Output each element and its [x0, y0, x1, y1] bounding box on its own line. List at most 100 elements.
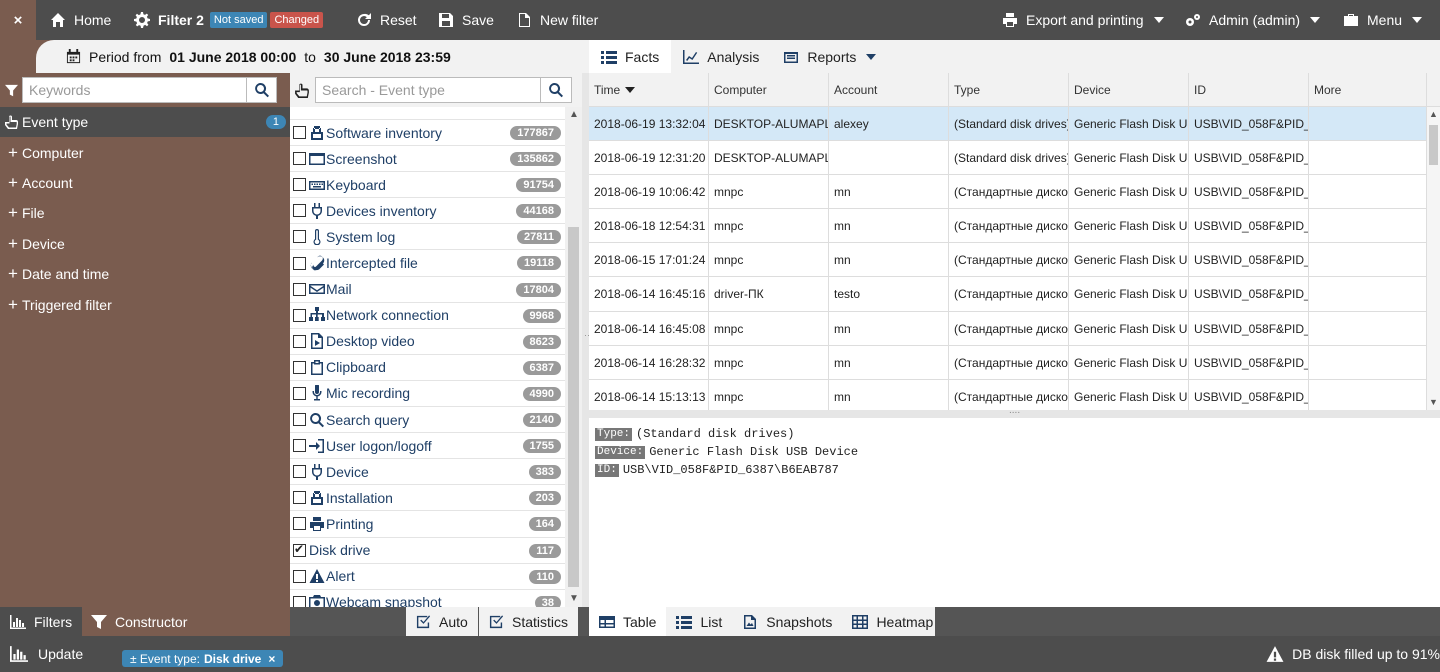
table-row[interactable]: 2018-06-14 16:45:16 driver-ПК testo (Станда…: [589, 277, 1427, 312]
scroll-down-icon[interactable]: ▼: [569, 593, 579, 604]
event-type-checkbox[interactable]: [293, 334, 306, 348]
event-type-checkbox[interactable]: [293, 178, 306, 192]
column-header[interactable]: Time: [589, 73, 709, 107]
category-event-type[interactable]: Event type 1: [0, 107, 290, 138]
event-type-item[interactable]: Desktop video 8623: [290, 329, 565, 355]
tab-filters[interactable]: Filters: [0, 607, 83, 636]
event-type-checkbox[interactable]: [293, 152, 306, 166]
table-row[interactable]: 2018-06-19 13:32:04 DESKTOP-ALUMAPL alexey…: [589, 107, 1427, 142]
event-type-item[interactable]: Devices inventory 44168: [290, 198, 565, 225]
event-type-item[interactable]: Software inventory 177867: [290, 120, 565, 147]
event-type-item[interactable]: Mic recording 4990: [290, 381, 565, 408]
event-type-item[interactable]: Device 383: [290, 459, 565, 486]
category-file[interactable]: + File: [0, 198, 290, 228]
detail-value: (Standard disk drives): [636, 427, 795, 441]
event-type-checkbox[interactable]: [293, 517, 306, 531]
home-button[interactable]: Home: [50, 0, 111, 40]
filter-title[interactable]: Filter 2 Not saved Changed: [134, 0, 324, 40]
event-type-checkbox[interactable]: [293, 126, 306, 140]
event-type-item[interactable]: Webcam snapshot 38: [290, 590, 565, 607]
event-type-checkbox[interactable]: [293, 308, 306, 322]
event-type-search-input[interactable]: [315, 77, 541, 103]
event-type-checkbox[interactable]: [293, 595, 306, 607]
event-type-search-button[interactable]: [541, 77, 572, 103]
tab-constructor[interactable]: Constructor: [81, 607, 197, 636]
column-header[interactable]: Type: [949, 73, 1069, 107]
table-scrollbar[interactable]: ▲ ▼: [1427, 107, 1440, 410]
tab-list[interactable]: List: [666, 607, 732, 636]
event-type-checkbox[interactable]: [293, 256, 306, 270]
event-type-checkbox[interactable]: [293, 360, 306, 374]
column-header[interactable]: Device: [1069, 73, 1189, 107]
save-button[interactable]: Save: [438, 0, 494, 40]
column-header[interactable]: Computer: [709, 73, 829, 107]
event-type-item[interactable]: System log 27811: [290, 224, 565, 251]
table-row[interactable]: 2018-06-14 16:45:08 mnpc mn (Стандартные ди…: [589, 311, 1427, 346]
scroll-up-icon[interactable]: ▲: [569, 109, 579, 120]
event-type-item[interactable]: Keyboard 91754: [290, 172, 565, 199]
event-type-checkbox[interactable]: [293, 386, 306, 400]
category-triggered-filter[interactable]: + Triggered filter: [0, 289, 290, 319]
category-computer[interactable]: + Computer: [0, 137, 290, 167]
tab-snapshots[interactable]: Snapshots: [732, 607, 842, 636]
table-row[interactable]: 2018-06-19 10:06:42 mnpc mn (Стандартные ди…: [589, 175, 1427, 210]
event-type-checkbox[interactable]: [293, 230, 306, 244]
new-filter-button[interactable]: New filter: [516, 0, 598, 40]
scroll-up-icon[interactable]: ▲: [1429, 109, 1438, 119]
main-menu[interactable]: Menu: [1343, 0, 1423, 40]
tab-heatmap[interactable]: Heatmap: [842, 607, 943, 636]
column-header[interactable]: Account: [829, 73, 949, 107]
event-type-item[interactable]: Disk drive 117: [290, 538, 565, 564]
vertical-splitter[interactable]: ⋮: [582, 73, 594, 607]
export-printing-menu[interactable]: Export and printing: [1002, 0, 1164, 40]
period-selector[interactable]: Period from 01 June 2018 00:00 to 30 Jun…: [36, 40, 582, 73]
event-type-item[interactable]: Network connection 9968: [290, 303, 565, 329]
event-type-checkbox[interactable]: [293, 439, 306, 453]
table-row[interactable]: 2018-06-14 15:13:13 mnpc mn (Стандартные ди…: [589, 379, 1427, 410]
column-header[interactable]: ID: [1189, 73, 1309, 107]
event-type-item[interactable]: Mail 17804: [290, 277, 565, 303]
admin-menu[interactable]: Admin (admin): [1185, 0, 1321, 40]
table-row[interactable]: 2018-06-18 12:54:31 mnpc mn (Стандартные ди…: [589, 209, 1427, 244]
tab-reports[interactable]: Reports: [771, 40, 888, 73]
horizontal-splitter[interactable]: ....: [589, 405, 1440, 418]
event-type-checkbox[interactable]: [293, 282, 306, 296]
reset-button[interactable]: Reset: [356, 0, 417, 40]
update-button[interactable]: Update: [10, 636, 83, 672]
column-header[interactable]: More: [1309, 73, 1427, 107]
category-account[interactable]: + Account: [0, 168, 290, 198]
event-type-item[interactable]: Search query 2140: [290, 407, 565, 434]
event-type-checkbox[interactable]: [293, 465, 306, 479]
tab-table[interactable]: Table: [589, 607, 667, 636]
event-type-item[interactable]: Installation 203: [290, 485, 565, 512]
active-filter-chip[interactable]: ± Event type: Disk drive ×: [122, 650, 284, 667]
event-type-checkbox[interactable]: [293, 204, 306, 218]
event-type-item[interactable]: Screenshot 135862: [290, 146, 565, 173]
event-type-checkbox[interactable]: [293, 413, 306, 427]
event-type-checkbox[interactable]: [293, 491, 306, 505]
keywords-search-button[interactable]: [247, 77, 277, 103]
tab-analysis[interactable]: Analysis: [671, 40, 771, 73]
event-type-item[interactable]: Alert 110: [290, 564, 565, 590]
table-row[interactable]: 2018-06-19 12:31:20 DESKTOP-ALUMAPL (Stand…: [589, 141, 1427, 176]
category-device[interactable]: + Device: [0, 229, 290, 259]
table-row[interactable]: 2018-06-15 17:01:24 mnpc mn (Стандартные ди…: [589, 243, 1427, 278]
event-type-checkbox[interactable]: [293, 569, 306, 583]
event-type-item[interactable]: User logon/logoff 1755: [290, 433, 565, 460]
scroll-thumb[interactable]: [568, 227, 579, 587]
close-icon[interactable]: ×: [268, 652, 275, 666]
statistics-toggle[interactable]: Statistics: [479, 607, 579, 636]
table-row[interactable]: 2018-06-14 16:28:32 mnpc mn (Стандартные ди…: [589, 345, 1427, 380]
event-type-item[interactable]: Clipboard 6387: [290, 355, 565, 381]
tab-facts[interactable]: Facts: [589, 40, 672, 73]
close-filter-button[interactable]: ×: [0, 0, 36, 40]
event-type-checkbox[interactable]: [293, 542, 306, 557]
auto-toggle[interactable]: Auto: [406, 607, 478, 636]
event-type-item[interactable]: Intercepted file 19118: [290, 250, 565, 277]
event-list-scrollbar[interactable]: ▲ ▼: [565, 107, 582, 607]
event-type-item[interactable]: Printing 164: [290, 511, 565, 538]
category-date-time[interactable]: + Date and time: [0, 259, 290, 289]
scroll-down-icon[interactable]: ▼: [1429, 397, 1438, 407]
keywords-input[interactable]: [22, 77, 247, 103]
scroll-thumb[interactable]: [1429, 125, 1438, 165]
